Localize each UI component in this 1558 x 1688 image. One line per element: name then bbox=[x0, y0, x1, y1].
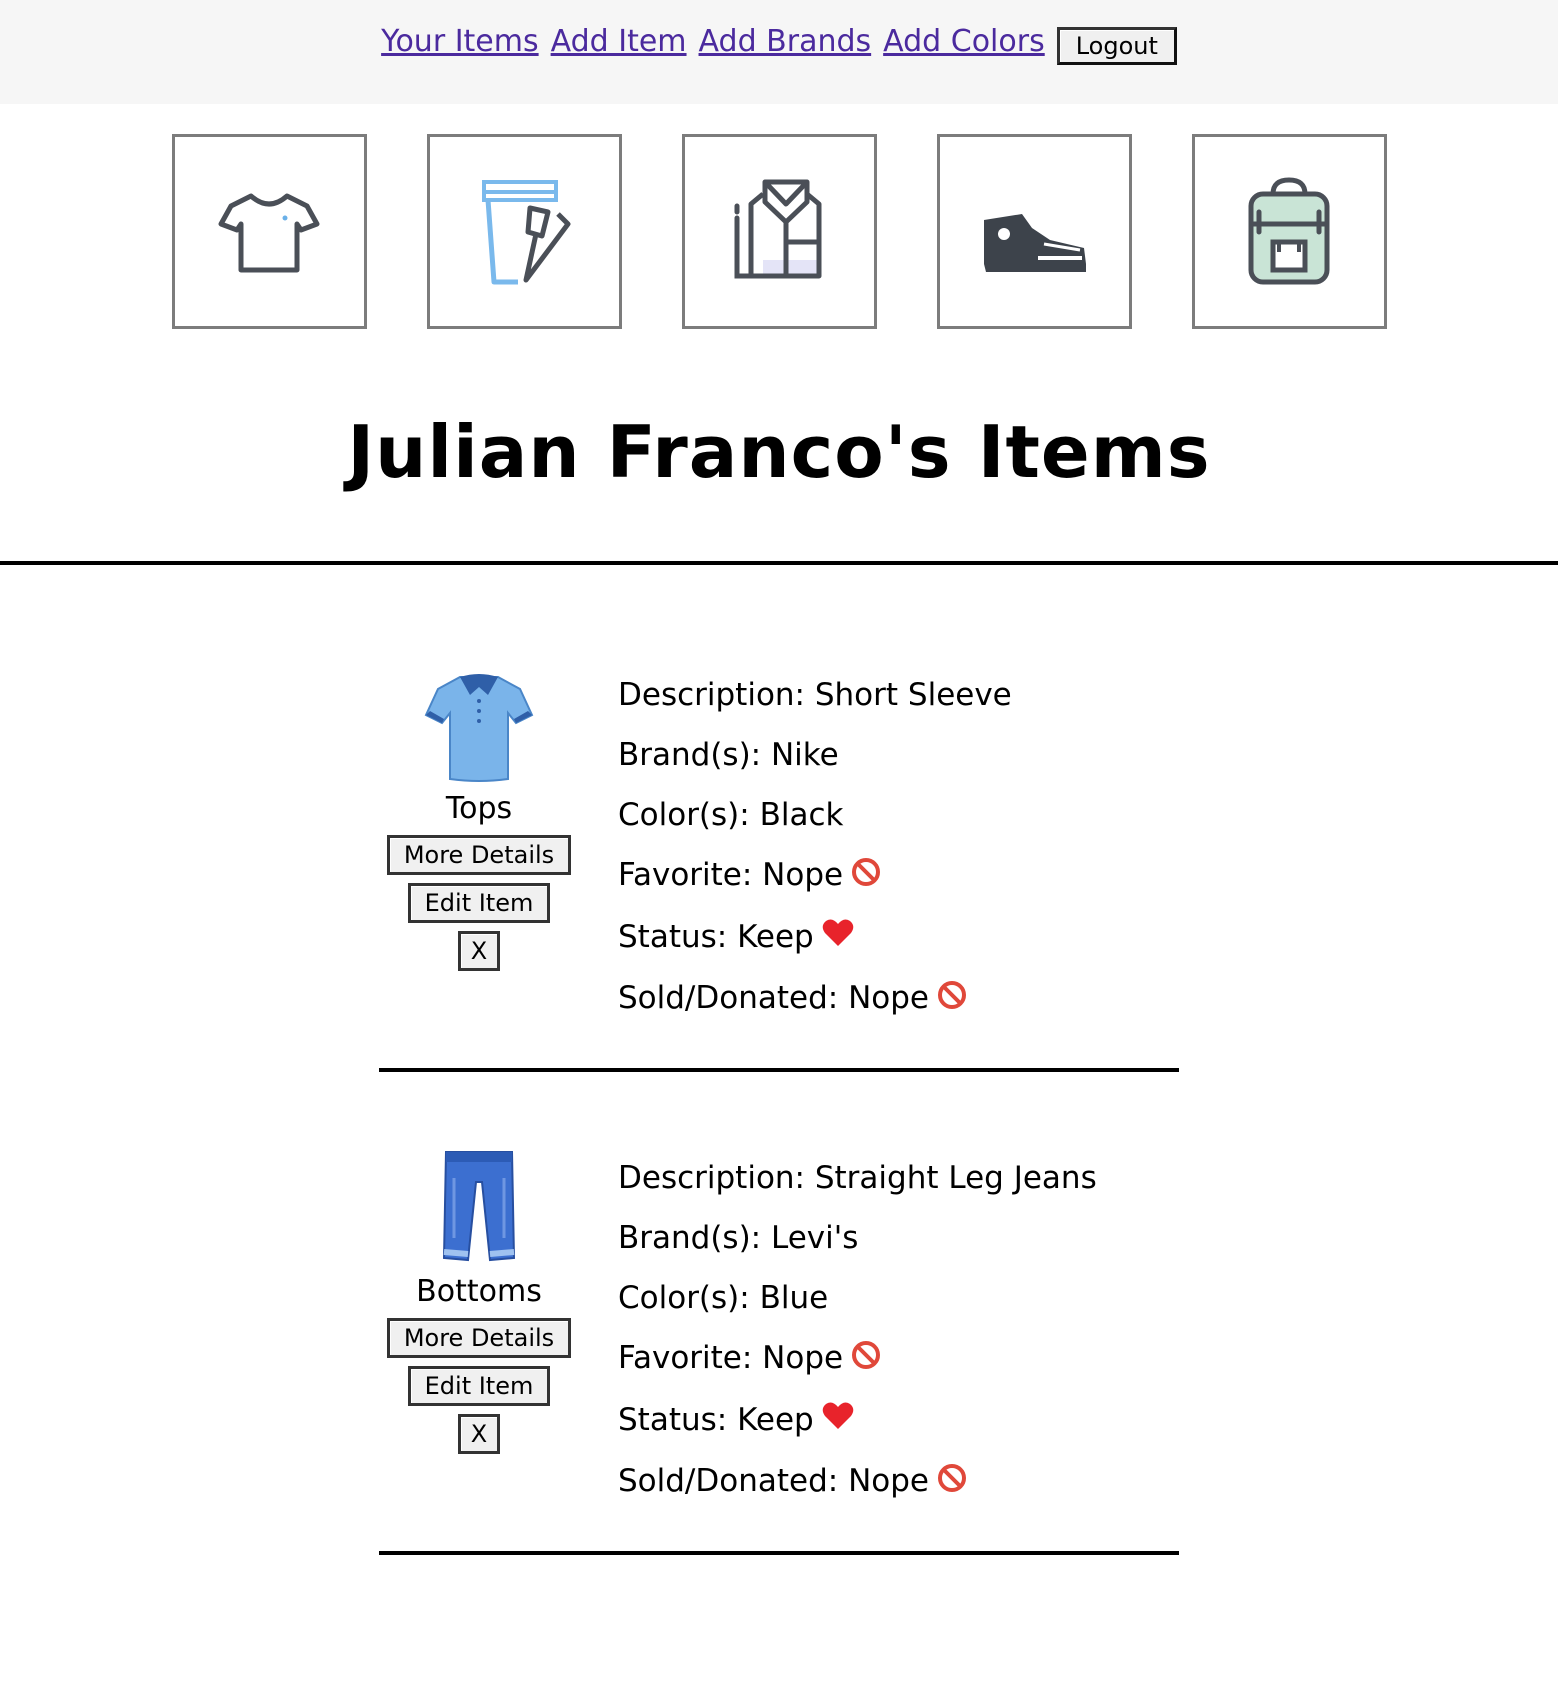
backpack-icon bbox=[1248, 176, 1330, 284]
item-brands: Brand(s): Levi's bbox=[618, 1220, 859, 1256]
dress-shirt-icon bbox=[734, 179, 822, 278]
category-tile-shirts[interactable] bbox=[681, 134, 877, 329]
item-description: Description: Straight Leg Jeans bbox=[618, 1160, 1097, 1196]
item-details: Description: Short Sleeve Brand(s): Nike… bbox=[618, 665, 1012, 1030]
nav-link-add-brands[interactable]: Add Brands bbox=[699, 22, 872, 62]
heart-icon bbox=[822, 1391, 854, 1451]
item-sold-donated: Sold/Donated: Nope bbox=[618, 968, 1012, 1030]
item-colors: Color(s): Blue bbox=[618, 1280, 829, 1316]
logout-button[interactable]: Logout bbox=[1056, 27, 1177, 65]
category-tile-bags[interactable] bbox=[1191, 134, 1387, 329]
item-summary: Bottoms More Details Edit Item X bbox=[379, 1148, 579, 1454]
page-title: Julian Franco's Items bbox=[347, 410, 1211, 494]
item-brands: Brand(s): Nike bbox=[618, 737, 839, 773]
nav-link-add-colors[interactable]: Add Colors bbox=[883, 22, 1045, 62]
sneaker-icon bbox=[984, 213, 1086, 272]
category-tile-bottoms[interactable] bbox=[426, 134, 622, 329]
delete-item-button[interactable]: X bbox=[457, 1414, 501, 1454]
item-favorite: Favorite: Nope bbox=[618, 845, 1012, 907]
no-entry-icon bbox=[851, 1330, 881, 1390]
edit-item-button[interactable]: Edit Item bbox=[407, 883, 551, 923]
no-entry-icon bbox=[937, 1453, 967, 1513]
nav-link-add-item[interactable]: Add Item bbox=[551, 22, 687, 62]
heart-icon bbox=[822, 908, 854, 968]
title-divider bbox=[0, 561, 1558, 565]
pants-icon bbox=[482, 179, 571, 284]
item-description: Description: Short Sleeve bbox=[618, 677, 1012, 713]
item-divider bbox=[379, 1068, 1179, 1072]
tshirt-icon bbox=[218, 193, 320, 272]
more-details-button[interactable]: More Details bbox=[386, 835, 572, 875]
item-summary: Tops More Details Edit Item X bbox=[379, 665, 579, 971]
item-list: Tops More Details Edit Item X Descriptio… bbox=[0, 665, 1558, 1555]
edit-item-button[interactable]: Edit Item bbox=[407, 1366, 551, 1406]
item-status: Status: Keep bbox=[618, 907, 1012, 969]
polo-shirt-icon bbox=[424, 674, 534, 782]
nav-link-your-items[interactable]: Your Items bbox=[381, 22, 539, 62]
top-navigation: Your Items Add Item Add Brands Add Color… bbox=[0, 0, 1558, 104]
category-tile-shoes[interactable] bbox=[936, 134, 1132, 329]
item-sold-donated: Sold/Donated: Nope bbox=[618, 1451, 1097, 1513]
item-favorite: Favorite: Nope bbox=[618, 1328, 1097, 1390]
item-status: Status: Keep bbox=[618, 1390, 1097, 1452]
jeans-icon bbox=[442, 1151, 516, 1262]
no-entry-icon bbox=[851, 847, 881, 907]
category-tile-tops[interactable] bbox=[171, 134, 367, 329]
item-divider bbox=[379, 1551, 1179, 1555]
category-filter-bar bbox=[0, 134, 1558, 329]
item-category: Bottoms bbox=[416, 1274, 542, 1309]
item-category: Tops bbox=[445, 791, 513, 826]
no-entry-icon bbox=[937, 970, 967, 1030]
more-details-button[interactable]: More Details bbox=[386, 1318, 572, 1358]
item-details: Description: Straight Leg Jeans Brand(s)… bbox=[618, 1148, 1097, 1513]
list-item: Tops More Details Edit Item X Descriptio… bbox=[379, 665, 1179, 1072]
list-item: Bottoms More Details Edit Item X Descrip… bbox=[379, 1148, 1179, 1555]
item-colors: Color(s): Black bbox=[618, 797, 844, 833]
delete-item-button[interactable]: X bbox=[457, 931, 501, 971]
